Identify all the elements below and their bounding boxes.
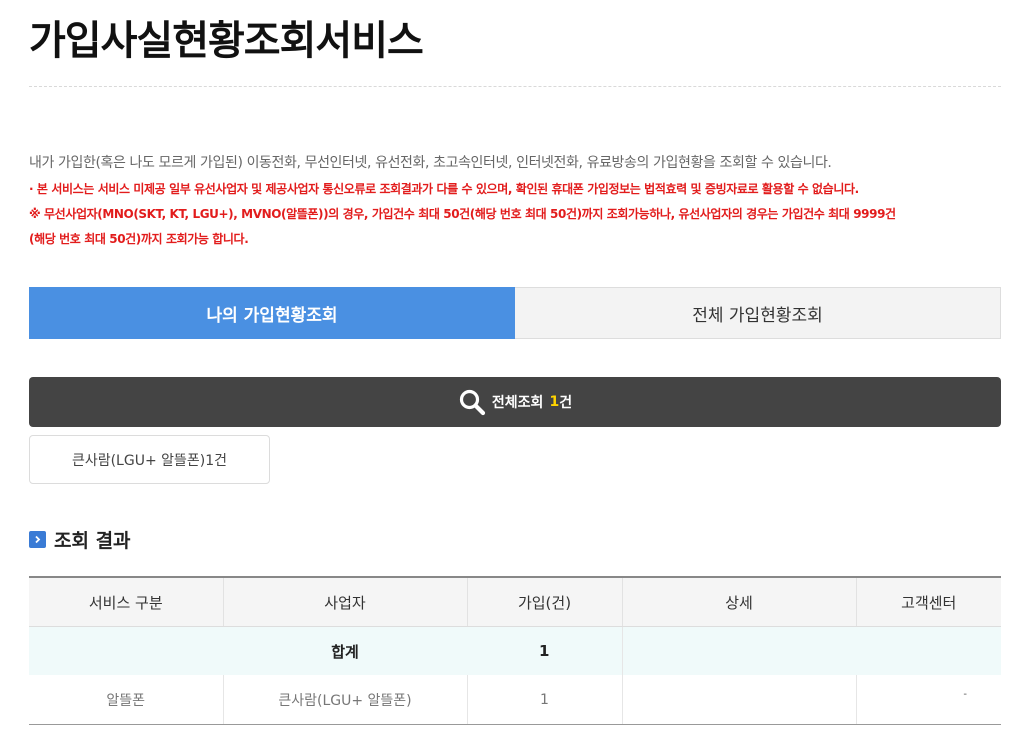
results-heading: 조회 결과: [29, 526, 131, 553]
notice-legal: · 본 서비스는 서비스 미제공 일부 유선사업자 및 제공사업자 통신오류로 …: [29, 182, 859, 196]
title-divider: [29, 86, 1001, 87]
row-support-cell: -: [855, 675, 1001, 725]
column-header-detail: 상세: [621, 576, 856, 627]
total-detail-empty: [622, 626, 856, 675]
service-description: 내가 가입한(혹은 나도 모르게 가입된) 이동전화, 무선인터넷, 유선전화,…: [29, 155, 832, 171]
tab-bar: 나의 가입현황조회 전체 가입현황조회: [29, 287, 1001, 339]
table-row: 알뜰폰 큰사람(LGU+ 알뜰폰) 1 -: [29, 675, 1001, 725]
tab-my-subscriptions[interactable]: 나의 가입현황조회: [29, 287, 515, 339]
column-header-service: 서비스 구분: [29, 576, 223, 627]
summary-unit: 건: [559, 395, 573, 411]
carrier-filter-chip[interactable]: 큰사람(LGU+ 알뜰폰)1건: [29, 435, 270, 484]
column-header-support: 고객센터: [855, 576, 1001, 627]
row-count: 1: [466, 675, 622, 725]
total-count: 1: [467, 626, 623, 675]
column-header-carrier: 사업자: [222, 576, 467, 627]
summary-bar[interactable]: 전체조회 1건: [29, 377, 1001, 427]
page-title: 가입사실현황조회서비스: [29, 18, 424, 64]
row-carrier: 큰사람(LGU+ 알뜰폰): [222, 675, 467, 725]
row-support: -: [963, 689, 967, 700]
total-support-empty: [856, 626, 1001, 675]
total-label: 합계: [223, 626, 467, 675]
table-total-row: 합계 1: [29, 626, 1001, 675]
row-service: 알뜰폰: [29, 675, 223, 725]
column-header-count: 가입(건): [466, 576, 622, 627]
table-header-row: 서비스 구분 사업자 가입(건) 상세 고객센터: [29, 576, 1001, 627]
row-detail: [621, 675, 856, 725]
tab-all-subscriptions[interactable]: 전체 가입현황조회: [515, 287, 1001, 339]
results-table: 서비스 구분 사업자 가입(건) 상세 고객센터 합계 1 알뜰폰 큰사람(LG…: [29, 576, 1001, 725]
summary-label: 전체조회: [491, 395, 544, 411]
summary-count: 1: [549, 394, 560, 410]
notice-limit-line1: ※ 무선사업자(MNO(SKT, KT, LGU+), MVNO(알뜰폰))의 …: [29, 207, 896, 221]
intro-section: 내가 가입한(혹은 나도 모르게 가입된) 이동전화, 무선인터넷, 유선전화,…: [29, 153, 1004, 252]
chevron-right-icon: [29, 531, 46, 548]
notice-limit-line2: (해당 번호 최대 50건)까지 조회가능 합니다.: [29, 232, 249, 246]
total-empty-cell: [29, 626, 223, 675]
results-heading-label: 조회 결과: [54, 530, 131, 552]
search-icon: [458, 388, 486, 416]
